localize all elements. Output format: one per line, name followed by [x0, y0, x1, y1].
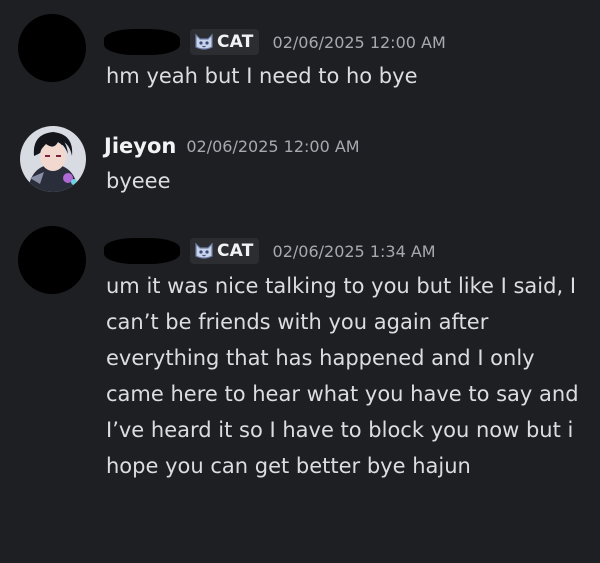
server-tag[interactable]: CAT — [190, 29, 259, 55]
cat-face-icon — [195, 33, 213, 50]
redacted-avatar[interactable] — [18, 226, 86, 294]
username[interactable]: Jieyon — [104, 134, 176, 158]
redacted-username[interactable] — [104, 29, 180, 55]
timestamp[interactable]: 02/06/2025 12:00 AM — [186, 137, 359, 156]
server-tag-label: CAT — [217, 241, 254, 261]
message-text: hm yeah but I need to ho bye — [106, 64, 418, 88]
message-3: CAT 02/06/2025 1:34 AM um it was nice ta… — [0, 220, 600, 563]
anime-character-avatar-icon — [20, 126, 86, 192]
redacted-username[interactable] — [104, 238, 180, 264]
cat-face-icon — [195, 242, 213, 259]
redacted-avatar[interactable] — [18, 14, 86, 82]
server-tag-label: CAT — [217, 32, 254, 52]
message-text: um it was nice talking to you but like I… — [106, 274, 579, 478]
message-header: Jieyon 02/06/2025 12:00 AM — [104, 131, 360, 161]
message-2: Jieyon 02/06/2025 12:00 AM byeee — [0, 110, 600, 220]
message-text: byeee — [106, 169, 171, 193]
timestamp[interactable]: 02/06/2025 1:34 AM — [273, 242, 436, 261]
message-header: CAT 02/06/2025 1:34 AM — [104, 236, 436, 266]
timestamp[interactable]: 02/06/2025 12:00 AM — [273, 33, 446, 52]
server-tag[interactable]: CAT — [190, 238, 259, 264]
message-1: CAT 02/06/2025 12:00 AM hm yeah but I ne… — [0, 0, 600, 110]
user-avatar[interactable] — [20, 126, 86, 192]
message-header: CAT 02/06/2025 12:00 AM — [104, 27, 446, 57]
